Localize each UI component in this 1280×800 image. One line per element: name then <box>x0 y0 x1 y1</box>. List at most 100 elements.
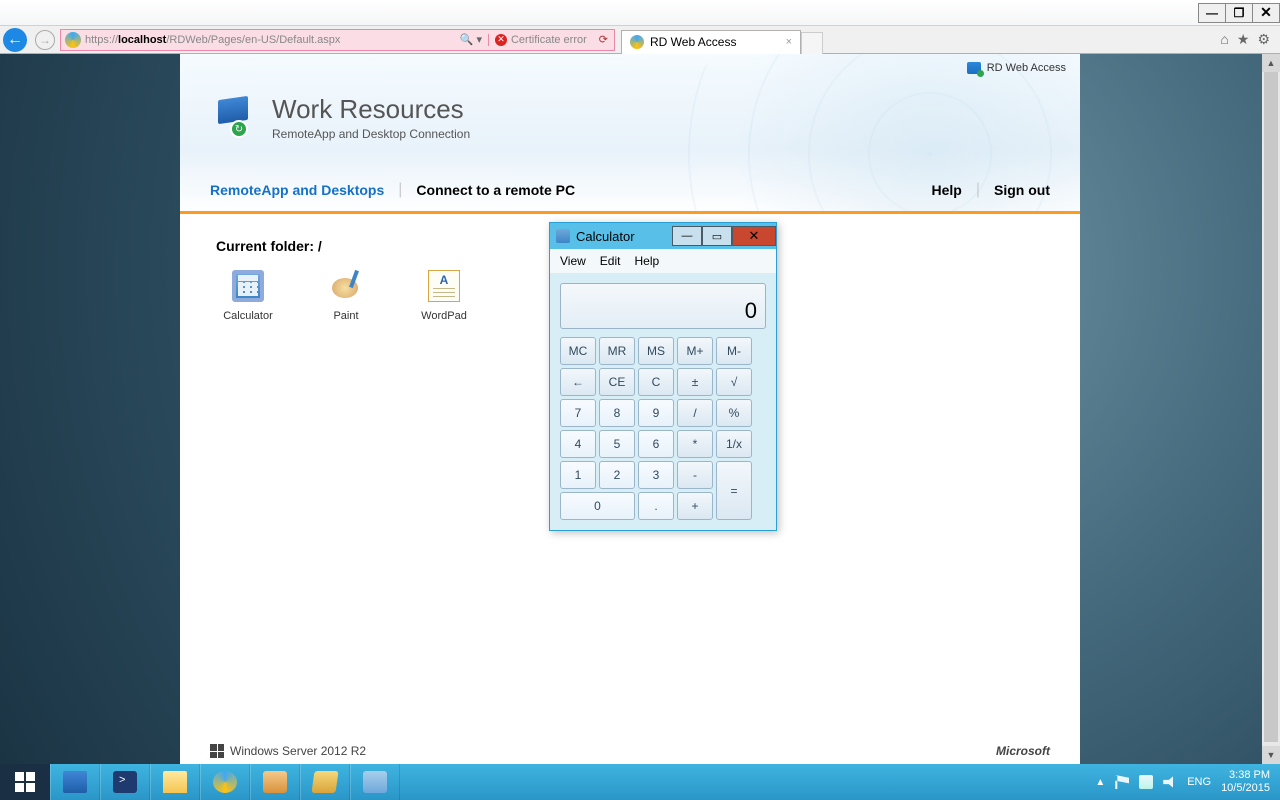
tab-title: RD Web Access <box>650 35 736 49</box>
ie-icon <box>630 35 644 49</box>
tray-volume-icon[interactable] <box>1163 775 1177 789</box>
calc-equals-button[interactable]: = <box>716 461 752 520</box>
taskbar-ie[interactable] <box>200 764 250 800</box>
calc-divide-button[interactable]: / <box>677 399 713 427</box>
calc-close-button[interactable]: ✕ <box>732 226 776 246</box>
tab-rdweb[interactable]: RD Web Access × <box>621 30 801 54</box>
certificate-error[interactable]: ✕Certificate error <box>488 34 593 46</box>
calc-backspace-button[interactable]: ← <box>560 368 596 396</box>
tray-network-icon[interactable] <box>1139 775 1153 789</box>
calc-maximize-button[interactable]: ▭ <box>702 226 732 246</box>
calculator-icon <box>232 270 264 302</box>
taskbar-calculator[interactable] <box>350 764 400 800</box>
url-text: https://localhost/RDWeb/Pages/en-US/Defa… <box>85 34 454 46</box>
app-label: Paint <box>333 310 358 322</box>
taskbar-file-explorer[interactable] <box>150 764 200 800</box>
taskbar-app2[interactable] <box>300 764 350 800</box>
tabstrip: RD Web Access × <box>621 26 823 54</box>
nav-separator: | <box>398 181 402 199</box>
calc-4-button[interactable]: 4 <box>560 430 596 458</box>
home-icon[interactable]: ⌂ <box>1220 31 1228 48</box>
calculator-window[interactable]: Calculator — ▭ ✕ View Edit Help 0 MC MR … <box>549 222 777 531</box>
app-wordpad[interactable]: WordPad <box>412 270 476 322</box>
address-bar[interactable]: https://localhost/RDWeb/Pages/en-US/Defa… <box>60 29 615 51</box>
nav-help[interactable]: Help <box>932 182 962 198</box>
start-button[interactable] <box>0 764 50 800</box>
tray-clock[interactable]: 3:38 PM 10/5/2015 <box>1221 769 1270 795</box>
tab-close-button[interactable]: × <box>786 36 792 48</box>
menu-view[interactable]: View <box>560 254 586 268</box>
calc-sqrt-button[interactable]: √ <box>716 368 752 396</box>
app-paint[interactable]: Paint <box>314 270 378 322</box>
calculator-icon <box>363 771 387 793</box>
new-tab-button[interactable] <box>801 32 823 54</box>
calc-percent-button[interactable]: % <box>716 399 752 427</box>
nav-bar: RemoteApp and Desktops | Connect to a re… <box>180 168 1080 214</box>
calc-9-button[interactable]: 9 <box>638 399 674 427</box>
calc-mr-button[interactable]: MR <box>599 337 635 365</box>
tray-time: 3:38 PM <box>1221 769 1270 782</box>
calc-3-button[interactable]: 3 <box>638 461 674 489</box>
nav-connect[interactable]: Connect to a remote PC <box>416 182 575 198</box>
calc-2-button[interactable]: 2 <box>599 461 635 489</box>
brand-row: RD Web Access <box>967 62 1066 74</box>
tray-overflow-button[interactable]: ▲ <box>1095 777 1105 788</box>
calc-multiply-button[interactable]: * <box>677 430 713 458</box>
system-tray: ▲ ENG 3:38 PM 10/5/2015 <box>1085 764 1280 800</box>
menu-help[interactable]: Help <box>634 254 659 268</box>
calc-1-button[interactable]: 1 <box>560 461 596 489</box>
work-resources-icon: ↻ <box>210 94 252 136</box>
forward-button: → <box>30 26 60 54</box>
refresh-button[interactable]: ⟳ <box>593 33 614 46</box>
calc-decimal-button[interactable]: . <box>638 492 674 520</box>
calc-8-button[interactable]: 8 <box>599 399 635 427</box>
nav-signout[interactable]: Sign out <box>994 182 1050 198</box>
calc-subtract-button[interactable]: - <box>677 461 713 489</box>
app-calculator[interactable]: Calculator <box>216 270 280 322</box>
taskbar-app1[interactable] <box>250 764 300 800</box>
nav-remoteapp[interactable]: RemoteApp and Desktops <box>210 182 384 198</box>
calc-plusminus-button[interactable]: ± <box>677 368 713 396</box>
close-button[interactable]: ✕ <box>1252 3 1280 23</box>
vertical-scrollbar[interactable]: ▲ ▼ <box>1262 54 1280 764</box>
tools-icon[interactable]: ⚙ <box>1257 31 1270 48</box>
calc-ce-button[interactable]: CE <box>599 368 635 396</box>
back-button[interactable]: ← <box>0 26 30 54</box>
calculator-titlebar[interactable]: Calculator — ▭ ✕ <box>550 223 776 249</box>
minimize-button[interactable]: — <box>1198 3 1226 23</box>
calc-add-button[interactable]: + <box>677 492 713 520</box>
calc-minimize-button[interactable]: — <box>672 226 702 246</box>
calculator-title: Calculator <box>576 229 635 244</box>
page-footer: Windows Server 2012 R2 Microsoft <box>210 744 1050 758</box>
taskbar-powershell[interactable] <box>100 764 150 800</box>
search-icon[interactable]: 🔍 ▾ <box>454 33 488 46</box>
command-icons: ⌂ ★ ⚙ <box>1220 31 1280 48</box>
calc-mminus-button[interactable]: M- <box>716 337 752 365</box>
footer-os: Windows Server 2012 R2 <box>230 744 366 758</box>
scroll-down-button[interactable]: ▼ <box>1262 746 1280 764</box>
calc-ms-button[interactable]: MS <box>638 337 674 365</box>
scroll-thumb[interactable] <box>1264 72 1278 742</box>
file-explorer-icon <box>163 771 187 793</box>
tray-language[interactable]: ENG <box>1187 776 1211 788</box>
app-label: WordPad <box>421 310 467 322</box>
calc-mplus-button[interactable]: M+ <box>677 337 713 365</box>
calc-6-button[interactable]: 6 <box>638 430 674 458</box>
calc-5-button[interactable]: 5 <box>599 430 635 458</box>
taskbar-server-manager[interactable] <box>50 764 100 800</box>
calc-mc-button[interactable]: MC <box>560 337 596 365</box>
windows-logo-icon <box>15 772 35 792</box>
calc-7-button[interactable]: 7 <box>560 399 596 427</box>
scroll-up-button[interactable]: ▲ <box>1262 54 1280 72</box>
calc-c-button[interactable]: C <box>638 368 674 396</box>
calc-reciprocal-button[interactable]: 1/x <box>716 430 752 458</box>
favorites-icon[interactable]: ★ <box>1237 31 1250 48</box>
page-title: Work Resources <box>272 94 470 125</box>
calculator-menubar: View Edit Help <box>550 249 776 273</box>
calc-0-button[interactable]: 0 <box>560 492 635 520</box>
tray-flag-icon[interactable] <box>1115 775 1129 789</box>
menu-edit[interactable]: Edit <box>600 254 621 268</box>
app-label: Calculator <box>223 310 273 322</box>
maximize-button[interactable]: ❐ <box>1225 3 1253 23</box>
page-subtitle: RemoteApp and Desktop Connection <box>272 127 470 141</box>
